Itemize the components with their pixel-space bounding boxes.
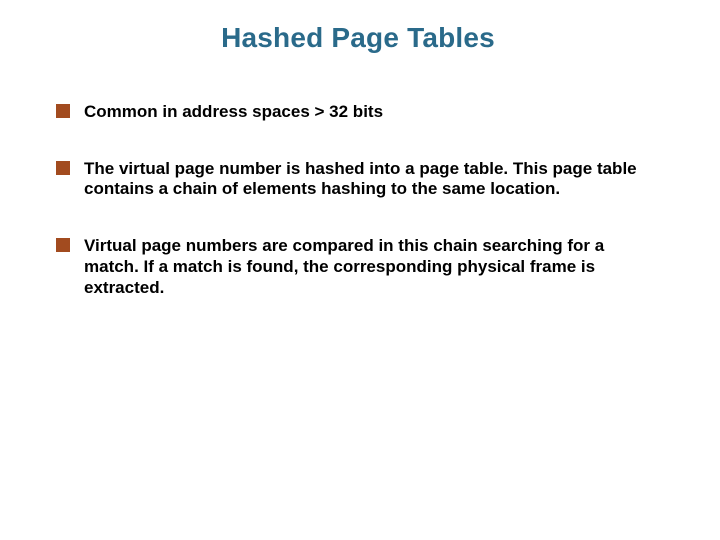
bullet-text: Virtual page numbers are compared in thi… <box>84 236 604 296</box>
slide-title: Hashed Page Tables <box>56 22 660 54</box>
list-item: Common in address spaces > 32 bits <box>56 102 660 123</box>
bullet-text: The virtual page number is hashed into a… <box>84 159 637 199</box>
bullet-text: Common in address spaces > 32 bits <box>84 102 383 121</box>
list-item: Virtual page numbers are compared in thi… <box>56 236 660 298</box>
bullet-list: Common in address spaces > 32 bits The v… <box>56 102 660 298</box>
list-item: The virtual page number is hashed into a… <box>56 159 660 200</box>
slide: Hashed Page Tables Common in address spa… <box>0 0 720 540</box>
